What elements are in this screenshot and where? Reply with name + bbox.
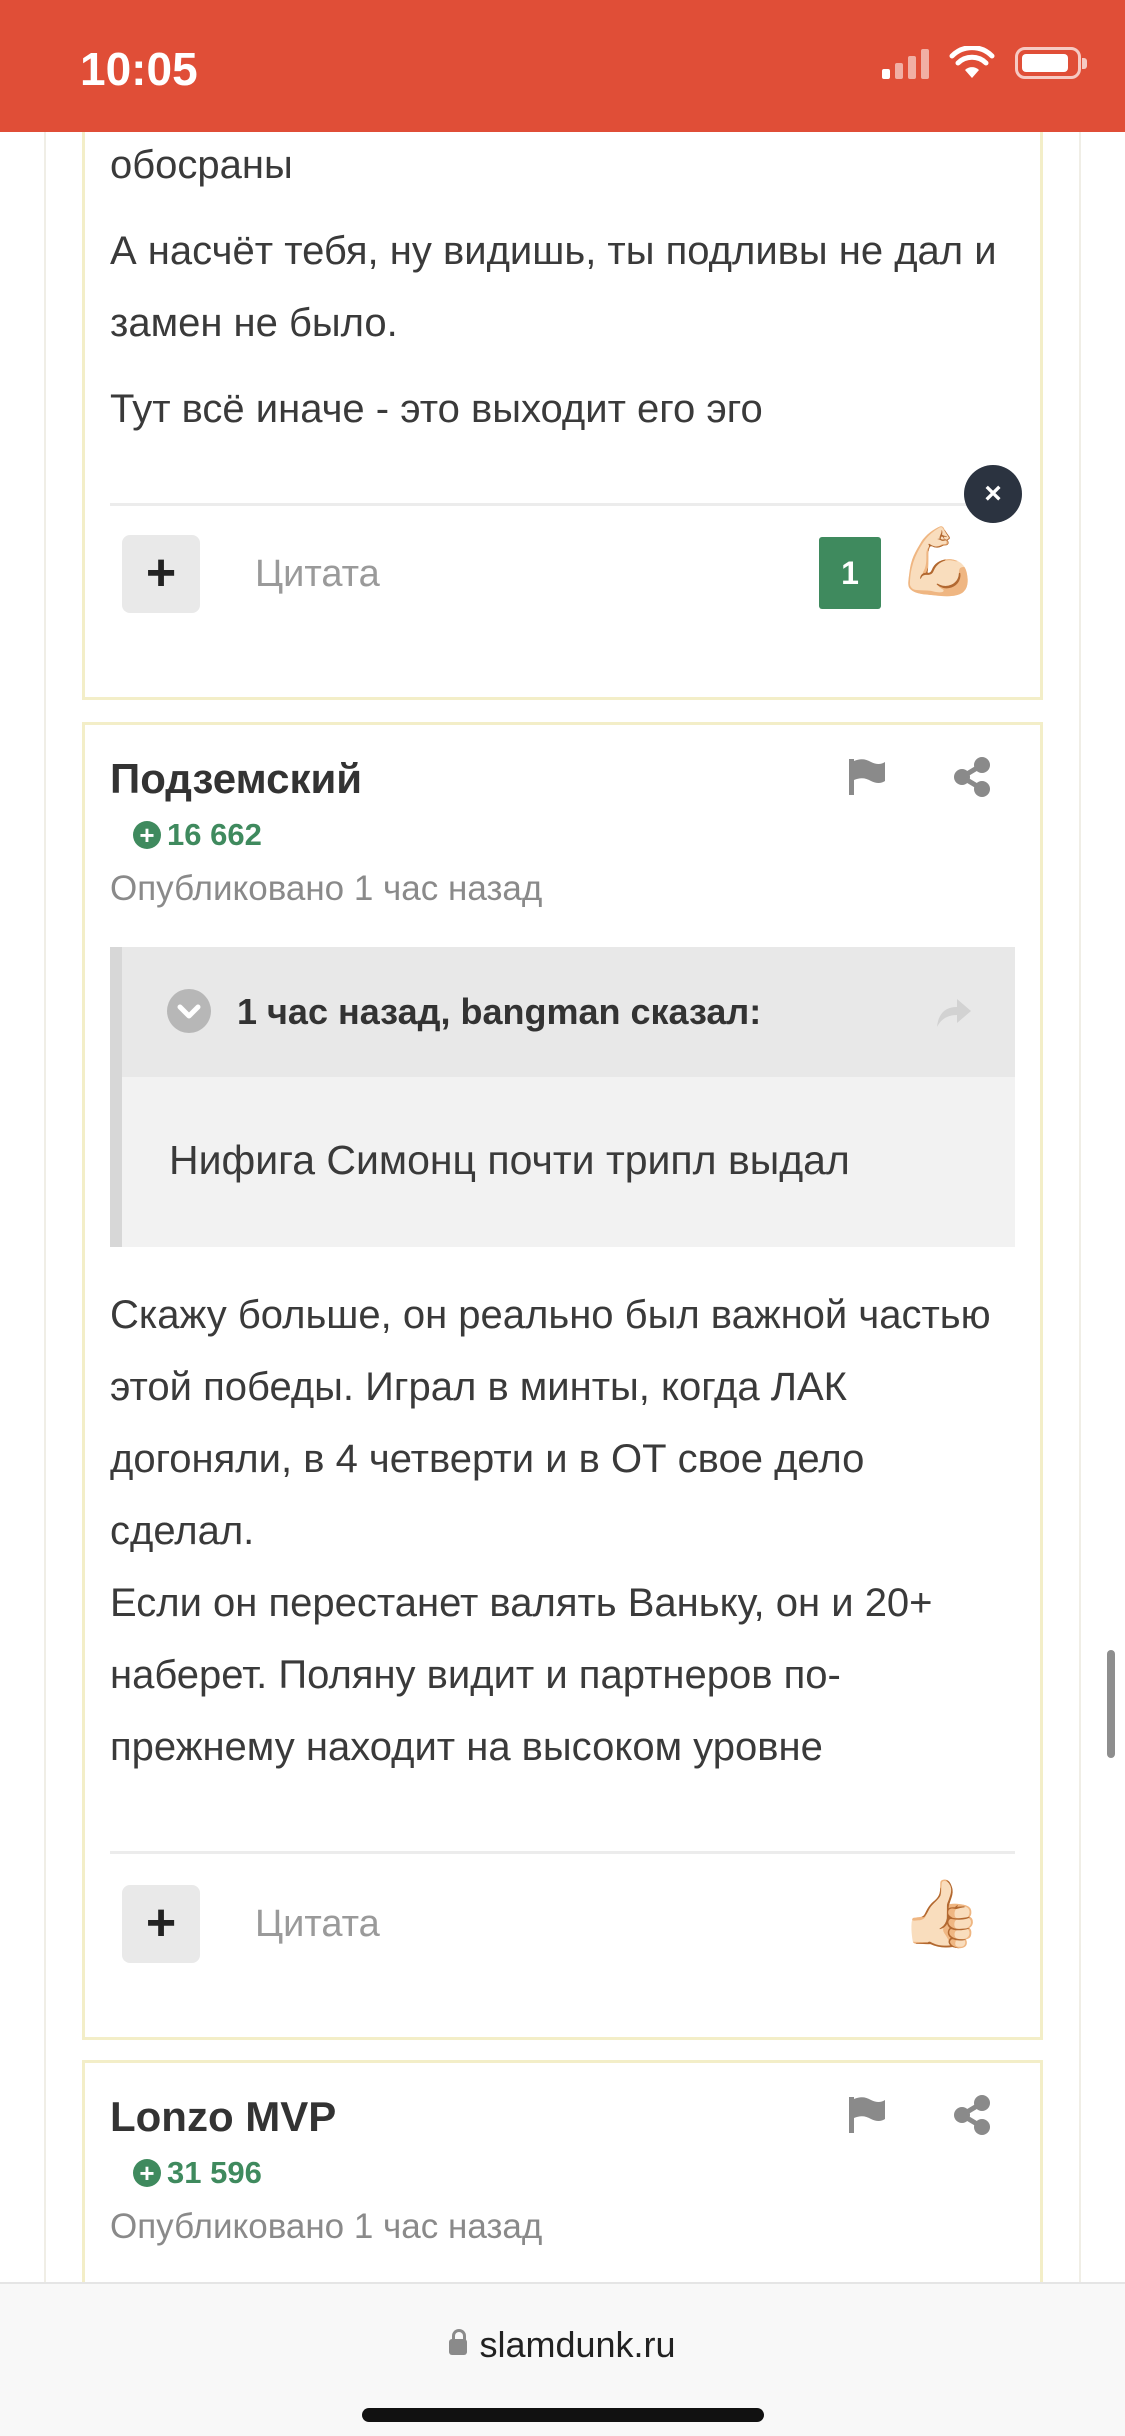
address-bar[interactable]: slamdunk.ru	[0, 2324, 1125, 2366]
home-indicator[interactable]	[362, 2408, 764, 2422]
lock-icon	[449, 2329, 468, 2355]
multiquote-button[interactable]: +	[122, 535, 200, 613]
browser-bottom-bar: slamdunk.ru	[0, 2282, 1125, 2436]
battery-icon	[1015, 47, 1087, 79]
post-date[interactable]: Опубликовано 1 час назад	[110, 869, 542, 909]
post-paragraph: А насчёт тебя, ну видишь, ты подливы не …	[110, 229, 997, 345]
quoted-message: 1 час назад, bangman сказал: Нифига Симо…	[110, 947, 1015, 1247]
share-icon[interactable]	[950, 2093, 994, 2137]
quote-author: 1 час назад, bangman сказал:	[237, 991, 762, 1032]
cellular-signal-icon	[882, 47, 929, 79]
quote-text: Нифига Симонц почти трипл выдал	[169, 1137, 850, 1183]
forum-post: обосраны А насчёт тебя, ну видишь, ты по…	[82, 132, 1043, 700]
go-to-quote-icon[interactable]	[931, 993, 975, 1033]
multiquote-button[interactable]: +	[122, 1885, 200, 1963]
post-divider	[110, 1851, 1015, 1854]
post-divider	[110, 503, 1015, 506]
close-icon[interactable]: ×	[964, 465, 1022, 523]
forum-post: Lonzo MVP + 31 596 Опубликовано 1 час на…	[82, 2060, 1043, 2282]
reputation-badge: + 31 596	[133, 2155, 262, 2191]
chevron-down-icon[interactable]	[167, 989, 211, 1033]
post-date[interactable]: Опубликовано 1 час назад	[110, 2207, 542, 2247]
report-flag-icon[interactable]	[845, 755, 889, 799]
url-text: slamdunk.ru	[479, 2324, 676, 2365]
report-flag-icon[interactable]	[845, 2093, 889, 2137]
quote-link[interactable]: Цитата	[255, 553, 380, 596]
reaction-count-badge[interactable]: 1	[819, 537, 881, 609]
plus-circle-icon: +	[133, 821, 161, 849]
flexed-biceps-icon[interactable]: 💪🏻	[897, 523, 979, 601]
quote-link[interactable]: Цитата	[255, 1903, 380, 1946]
status-time: 10:05	[80, 43, 198, 95]
post-paragraph: Если он перестанет валять Ваньку, он и 2…	[110, 1581, 933, 1769]
quote-header[interactable]: 1 час назад, bangman сказал:	[122, 947, 1015, 1077]
reputation-value: 31 596	[167, 2155, 262, 2190]
reputation-value: 16 662	[167, 817, 262, 852]
scrollbar[interactable]	[1107, 1650, 1115, 1758]
thumbs-up-icon[interactable]: 👍🏻	[900, 1875, 982, 1953]
status-bar: 10:05	[0, 0, 1125, 132]
post-paragraph: обосраны	[110, 143, 293, 187]
post-author[interactable]: Подземский	[110, 755, 362, 803]
forum-content: обосраны А насчёт тебя, ну видишь, ты по…	[0, 132, 1125, 2282]
post-paragraph: Скажу больше, он реально был важной част…	[110, 1293, 991, 1553]
share-icon[interactable]	[950, 755, 994, 799]
post-author[interactable]: Lonzo MVP	[110, 2093, 336, 2141]
plus-circle-icon: +	[133, 2159, 161, 2187]
post-paragraph: Тут всё иначе - это выходит его эго	[110, 387, 763, 431]
wifi-icon	[949, 46, 995, 78]
forum-post: Подземский + 16 662 Опубликовано 1 час н…	[82, 722, 1043, 2040]
reputation-badge: + 16 662	[133, 817, 262, 853]
